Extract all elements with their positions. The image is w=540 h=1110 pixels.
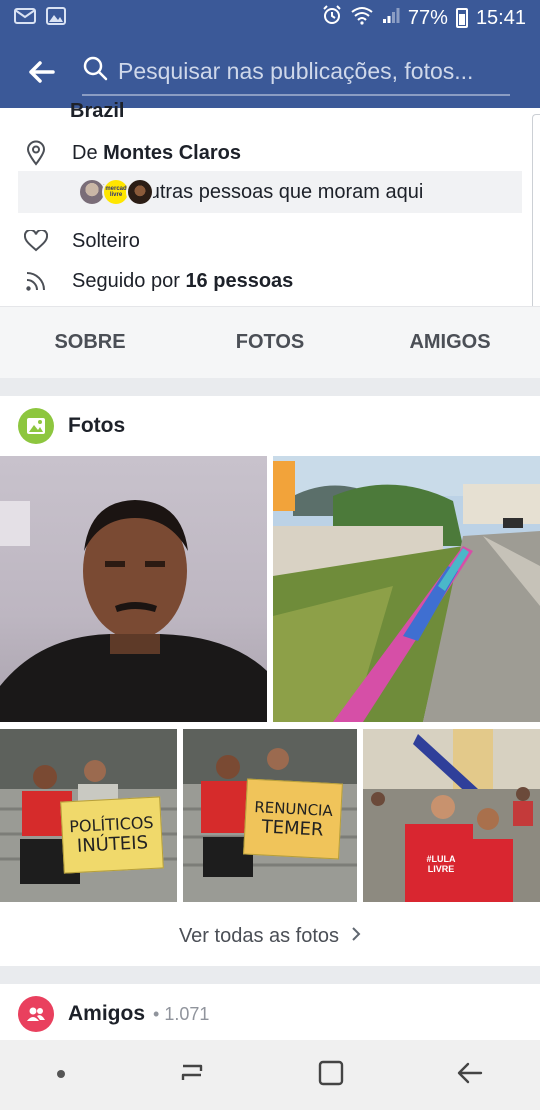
mail-notification-icon [14,7,36,30]
home-button-icon[interactable] [318,1060,344,1091]
see-others-button[interactable]: mercad livre Ver outras pessoas que mora… [18,171,522,213]
clock: 15:41 [475,6,526,29]
location-country: Brazil [70,100,125,122]
photos-card: Fotos POLÍTICOS INÚTEIS RENUNCIA TEMER #… [0,396,540,966]
photos-section-icon [18,408,54,444]
photo-thumbnail-portrait[interactable] [0,456,267,722]
dot-indicator-icon[interactable] [56,1066,66,1084]
top-bar: Pesquisar nas publicações, fotos... [0,36,540,108]
friends-count: • 1.071 [153,1003,210,1024]
search-placeholder: Pesquisar nas publicações, fotos... [118,57,474,84]
wifi-icon [350,5,374,31]
alarm-icon [322,5,342,31]
view-all-photos-label: Ver todas as fotos [178,924,340,947]
intro-card: Brazil De Montes Claros mercad livre Ver… [0,100,540,378]
battery-icon [455,8,468,28]
friends-card: Amigos • 1.071 [0,984,540,1040]
heart-icon [0,230,72,252]
view-all-photos-link[interactable]: Ver todas as fotos [0,906,540,966]
system-nav-bar [0,1040,540,1110]
recent-apps-icon[interactable] [178,1060,206,1091]
profile-tabs: SOBRE FOTOS AMIGOS [0,306,540,378]
friends-section-icon [18,996,54,1032]
battery-percentage: 77% [407,6,448,29]
protest-sign-1: POLÍTICOS INÚTEIS [60,796,164,874]
search-icon [82,55,108,87]
friends-header[interactable]: Amigos • 1.071 [18,996,209,1032]
friends-title: Amigos [68,1002,146,1025]
photo-thumbnail-protest-2[interactable]: RENUNCIA TEMER [183,729,357,902]
relationship-row: Solteiro [0,226,540,256]
tab-fotos[interactable]: FOTOS [180,307,360,378]
gallery-notification-icon [46,6,66,30]
photo-thumbnail-protest-3[interactable]: #LULA LIVRE [363,729,540,902]
back-button-icon[interactable] [456,1061,484,1090]
location-pin-icon [0,140,72,166]
followers-row: Seguido por 16 pessoas [0,266,540,296]
hometown-row: De Montes Claros [0,138,540,168]
avatar [126,178,154,206]
avatar-group: mercad livre [78,178,154,206]
tab-sobre[interactable]: SOBRE [0,307,180,378]
chevron-right-icon [351,925,361,948]
lula-livre-shirt: #LULA LIVRE [426,854,456,874]
tab-amigos[interactable]: AMIGOS [360,307,540,378]
photos-title: Fotos [68,414,126,437]
scrollbar[interactable] [532,114,540,332]
photos-header: Fotos [18,408,125,444]
protest-sign-2: RENUNCIA TEMER [243,778,343,860]
photo-thumbnail-street[interactable] [273,456,540,722]
signal-icon [382,6,400,30]
back-arrow-icon[interactable] [0,36,82,108]
rss-icon [0,270,72,292]
followers-count[interactable]: 16 pessoas [185,270,293,293]
search-input[interactable]: Pesquisar nas publicações, fotos... [82,48,510,96]
hometown-link[interactable]: Montes Claros [103,142,241,165]
photo-thumbnail-protest-1[interactable]: POLÍTICOS INÚTEIS [0,729,177,902]
status-bar: 77% 15:41 [0,0,540,36]
